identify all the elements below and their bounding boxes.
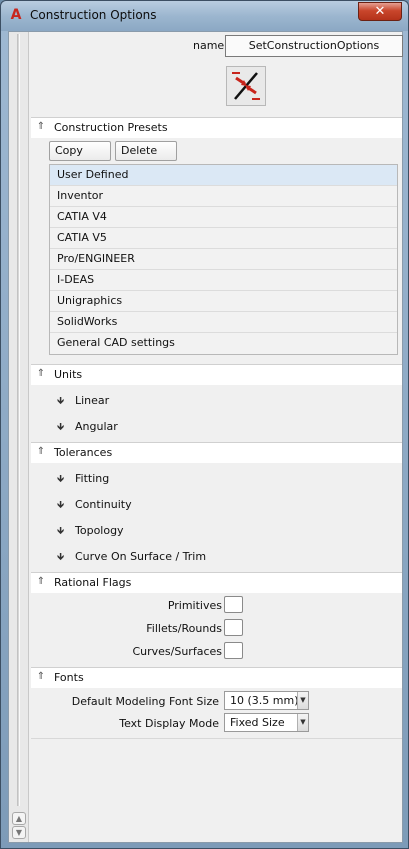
options-panel: name SetConstructionOptions ⇑ Constructi… (31, 32, 403, 842)
chevron-down-icon[interactable]: ▼ (297, 692, 308, 709)
construction-options-window: A Construction Options ✕ ▲ ▼ name SetCon… (0, 0, 409, 849)
presets-list: User Defined Inventor CATIA V4 CATIA V5 … (49, 164, 398, 355)
expand-arrow-icon: 🡻 (57, 396, 65, 407)
section-title: Rational Flags (54, 576, 132, 589)
close-button[interactable]: ✕ (358, 2, 402, 21)
section-title: Tolerances (54, 446, 113, 459)
preset-item-general-cad[interactable]: General CAD settings (50, 333, 397, 354)
section-tolerances[interactable]: ⇑ Tolerances (31, 442, 402, 463)
expand-arrow-icon: 🡻 (57, 500, 65, 511)
expand-arrow-icon: 🡻 (57, 526, 65, 537)
collapse-icon[interactable]: ⇑ (35, 575, 47, 589)
curves-surfaces-label: Curves/Surfaces (132, 645, 222, 658)
tolerance-curve-on-surface-row[interactable]: 🡻 Curve On Surface / Trim (57, 548, 206, 566)
text-display-mode-label: Text Display Mode (119, 717, 219, 730)
primitives-label: Primitives (167, 599, 222, 612)
scroll-up-icon[interactable]: ▲ (12, 812, 26, 825)
name-label: name (193, 39, 225, 52)
title-bar[interactable]: A Construction Options ✕ (1, 1, 408, 31)
window-title: Construction Options (30, 8, 157, 22)
text-display-mode-select[interactable]: Fixed Size ▼ (224, 713, 309, 732)
section-construction-presets[interactable]: ⇑ Construction Presets (31, 117, 402, 138)
units-linear-row[interactable]: 🡻 Linear (57, 392, 109, 410)
client-area: ▲ ▼ name SetConstructionOptions ⇑ Constr… (8, 31, 403, 843)
preset-item-catia-v4[interactable]: CATIA V4 (50, 207, 397, 228)
expand-arrow-icon: 🡻 (57, 474, 65, 485)
collapse-icon[interactable]: ⇑ (35, 670, 47, 684)
preset-item-pro-engineer[interactable]: Pro/ENGINEER (50, 249, 397, 270)
modeling-font-size-select[interactable]: 10 (3.5 mm) ▼ (224, 691, 309, 710)
tolerance-fitting-row[interactable]: 🡻 Fitting (57, 470, 109, 488)
preset-item-i-deas[interactable]: I-DEAS (50, 270, 397, 291)
expand-arrow-icon: 🡻 (57, 552, 65, 563)
copy-button[interactable]: Copy (49, 141, 111, 161)
section-title: Units (54, 368, 83, 381)
expand-arrow-icon: 🡻 (57, 422, 65, 433)
vertical-scrollbar[interactable]: ▲ ▼ (9, 32, 29, 842)
chevron-down-icon[interactable]: ▼ (297, 714, 308, 731)
curves-surfaces-checkbox[interactable] (224, 642, 243, 659)
delete-button[interactable]: Delete (115, 141, 177, 161)
app-icon: A (10, 7, 22, 23)
preset-item-user-defined[interactable]: User Defined (50, 165, 397, 186)
name-field[interactable]: SetConstructionOptions (225, 35, 403, 57)
section-title: Fonts (54, 671, 84, 684)
collapse-icon[interactable]: ⇑ (35, 120, 47, 134)
primitives-checkbox[interactable] (224, 596, 243, 613)
fillets-rounds-checkbox[interactable] (224, 619, 243, 636)
preset-item-unigraphics[interactable]: Unigraphics (50, 291, 397, 312)
tolerance-topology-row[interactable]: 🡻 Topology (57, 522, 124, 540)
section-units[interactable]: ⇑ Units (31, 364, 402, 385)
section-rational-flags[interactable]: ⇑ Rational Flags (31, 572, 402, 593)
tolerance-continuity-row[interactable]: 🡻 Continuity (57, 496, 132, 514)
scroll-track[interactable] (17, 34, 20, 806)
construction-tool-icon (226, 66, 266, 106)
preset-item-catia-v5[interactable]: CATIA V5 (50, 228, 397, 249)
preset-item-solidworks[interactable]: SolidWorks (50, 312, 397, 333)
section-title: Construction Presets (54, 121, 168, 134)
preset-item-inventor[interactable]: Inventor (50, 186, 397, 207)
modeling-font-size-label: Default Modeling Font Size (71, 695, 219, 708)
scroll-down-icon[interactable]: ▼ (12, 826, 26, 839)
section-fonts[interactable]: ⇑ Fonts (31, 667, 402, 688)
bottom-divider (31, 738, 402, 739)
fillets-rounds-label: Fillets/Rounds (146, 622, 222, 635)
collapse-icon[interactable]: ⇑ (35, 367, 47, 381)
collapse-icon[interactable]: ⇑ (35, 445, 47, 459)
units-angular-row[interactable]: 🡻 Angular (57, 418, 118, 436)
